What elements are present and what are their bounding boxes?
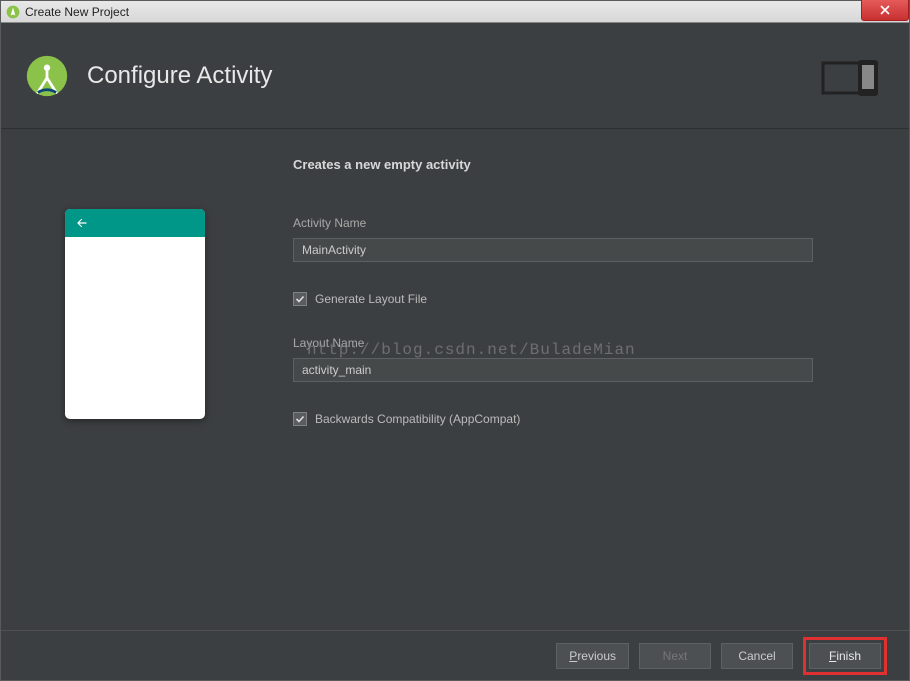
activity-name-label: Activity Name xyxy=(293,216,869,230)
cancel-button[interactable]: Cancel xyxy=(721,643,793,669)
form-heading: Creates a new empty activity xyxy=(293,157,869,172)
form-column: Creates a new empty activity Activity Na… xyxy=(293,157,869,630)
checkmark-icon xyxy=(295,294,305,304)
activity-name-field: Activity Name xyxy=(293,216,869,262)
generate-layout-checkbox-row[interactable]: Generate Layout File xyxy=(293,292,869,306)
close-icon xyxy=(879,5,891,15)
finish-highlight-box: Finish xyxy=(803,637,887,675)
layout-name-input[interactable] xyxy=(293,358,813,382)
finish-button[interactable]: Finish xyxy=(809,643,881,669)
next-button: Next xyxy=(639,643,711,669)
device-frame-icon xyxy=(821,59,881,99)
wizard-content: Creates a new empty activity Activity Na… xyxy=(1,129,909,630)
activity-preview xyxy=(65,209,205,419)
backwards-compat-label: Backwards Compatibility (AppCompat) xyxy=(315,412,520,426)
android-studio-logo-icon xyxy=(25,54,69,98)
backwards-compat-checkbox[interactable] xyxy=(293,412,307,426)
generate-layout-checkbox[interactable] xyxy=(293,292,307,306)
preview-appbar xyxy=(65,209,205,237)
layout-name-field: Layout Name xyxy=(293,336,869,382)
window-title: Create New Project xyxy=(25,5,129,19)
page-title: Configure Activity xyxy=(87,62,272,90)
backwards-compat-checkbox-row[interactable]: Backwards Compatibility (AppCompat) xyxy=(293,412,869,426)
generate-layout-label: Generate Layout File xyxy=(315,292,427,306)
wizard-footer: Previous Next Cancel Finish xyxy=(1,630,909,680)
wizard-window: Create New Project Configure Activity xyxy=(0,0,910,681)
wizard-header: Configure Activity xyxy=(1,23,909,129)
preview-column xyxy=(25,157,245,630)
back-arrow-icon xyxy=(75,216,89,230)
titlebar: Create New Project xyxy=(1,1,909,23)
checkmark-icon xyxy=(295,414,305,424)
android-studio-icon xyxy=(5,4,21,20)
activity-name-input[interactable] xyxy=(293,238,813,262)
layout-name-label: Layout Name xyxy=(293,336,869,350)
previous-button[interactable]: Previous xyxy=(556,643,629,669)
close-button[interactable] xyxy=(861,0,909,21)
